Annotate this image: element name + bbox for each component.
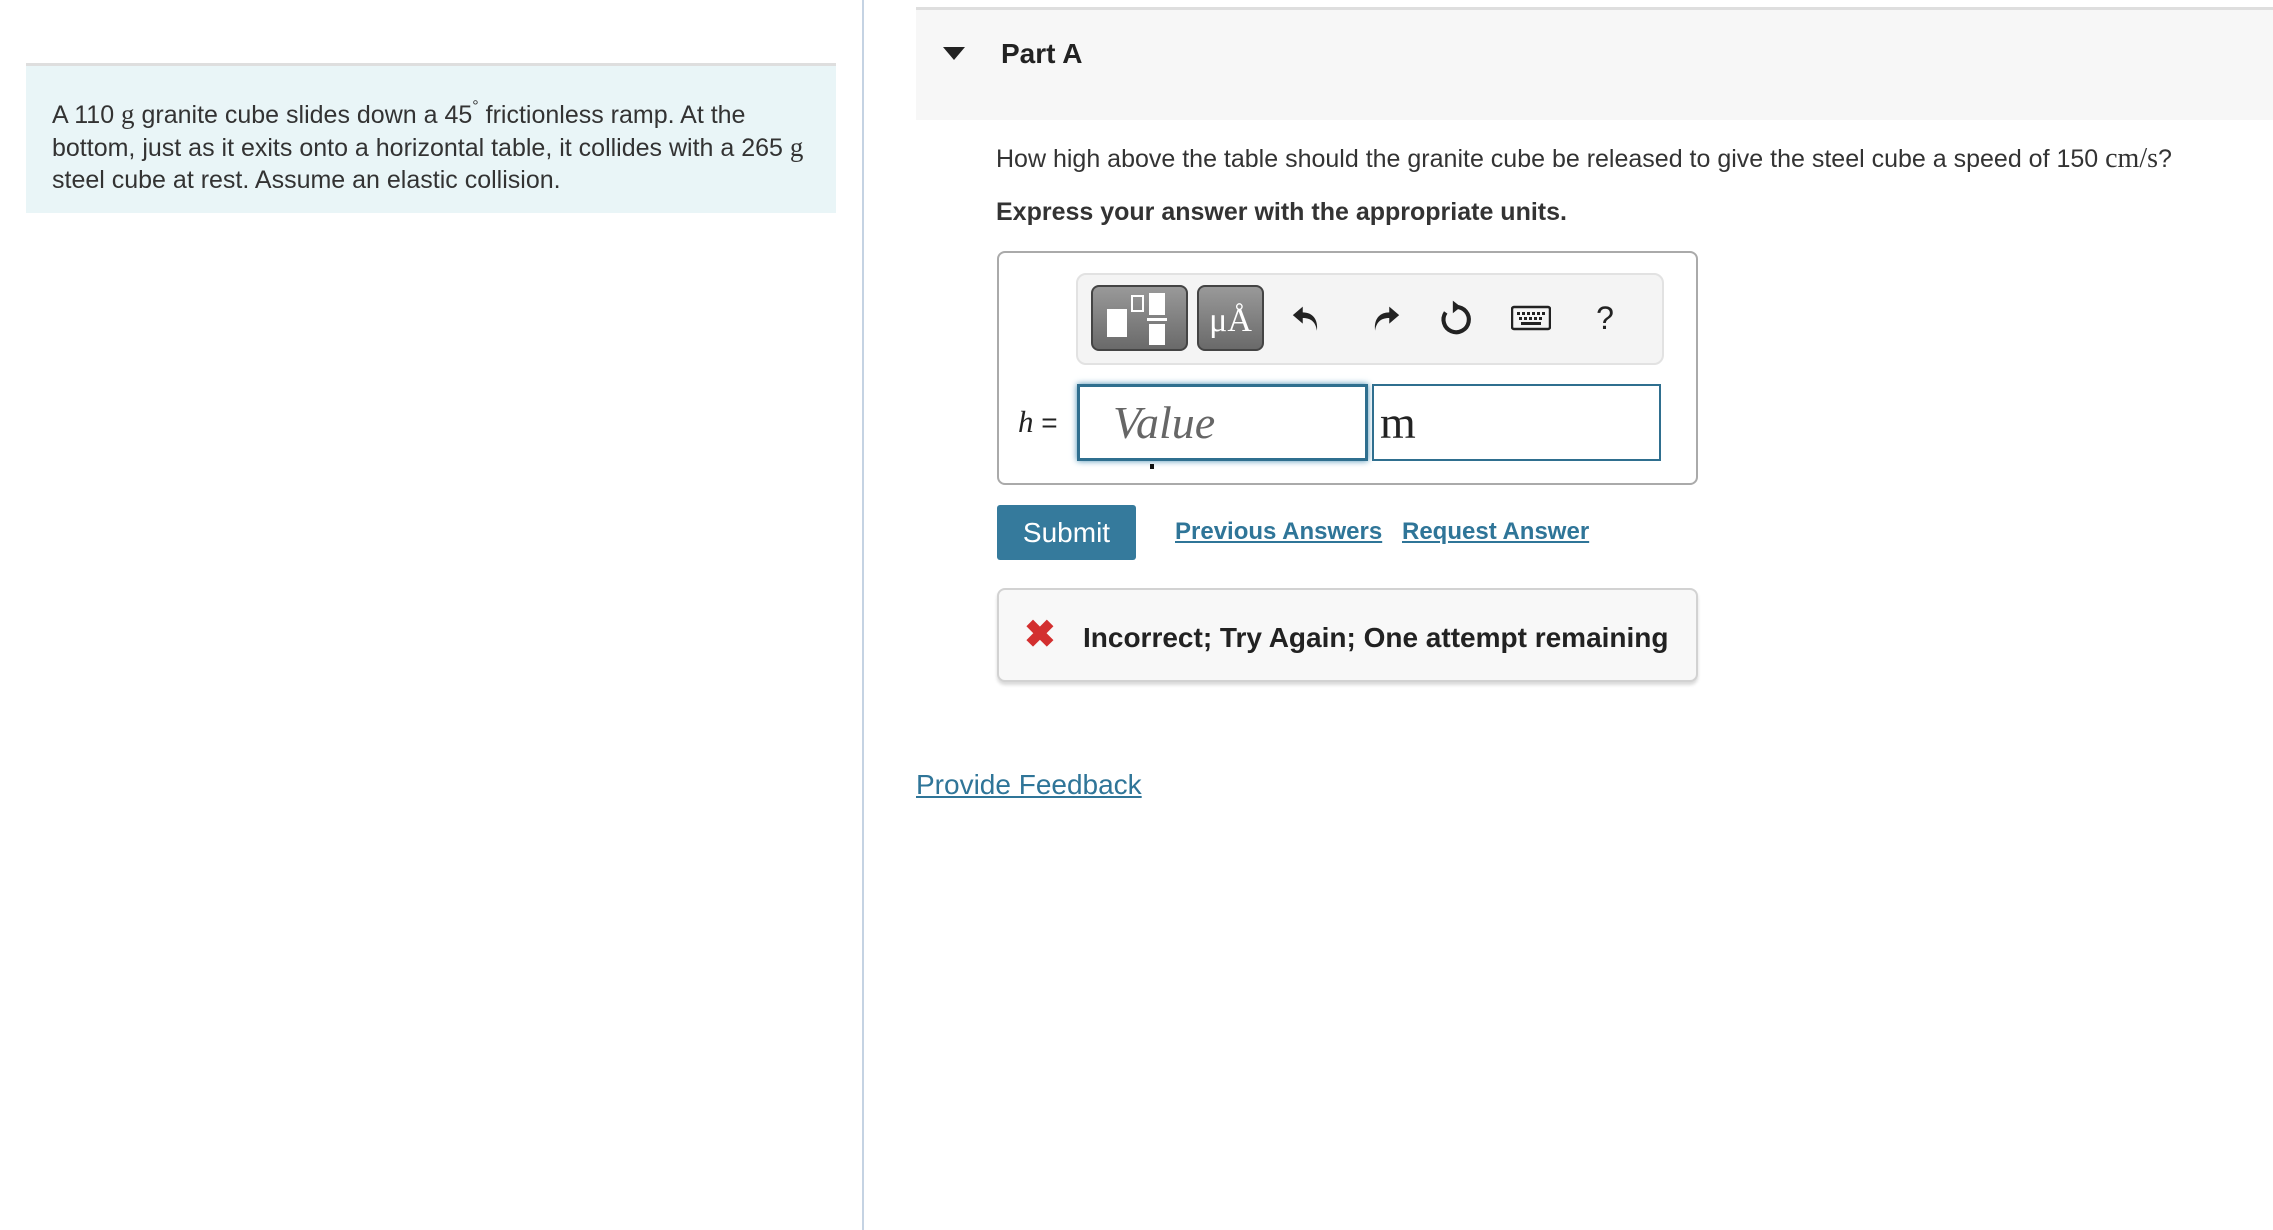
- intro-text: granite cube slides down a 45: [134, 101, 473, 129]
- redo-icon: [1374, 306, 1400, 331]
- variable-h: h: [1018, 404, 1034, 439]
- column-divider: [862, 0, 864, 1230]
- answer-instruction: Express your answer with the appropriate…: [996, 198, 1567, 226]
- fraction-template-icon: [1107, 293, 1167, 345]
- answer-variable-label: h =: [1018, 404, 1058, 440]
- equals-sign: =: [1041, 407, 1058, 438]
- collapse-caret-icon[interactable]: [943, 47, 965, 60]
- submit-button[interactable]: Submit: [997, 505, 1136, 560]
- keyboard-button[interactable]: [1508, 295, 1554, 341]
- redo-button[interactable]: [1362, 295, 1408, 341]
- units-icon: μÅ: [1209, 302, 1252, 339]
- incorrect-x-icon: ✖: [1024, 614, 1056, 656]
- text-cursor: [1150, 464, 1154, 469]
- part-header[interactable]: [916, 7, 2273, 120]
- units-button[interactable]: μÅ: [1197, 285, 1264, 351]
- help-button[interactable]: ?: [1582, 295, 1628, 341]
- provide-feedback-link[interactable]: Provide Feedback: [916, 769, 1142, 801]
- reset-icon: [1441, 300, 1471, 335]
- value-input[interactable]: [1077, 384, 1368, 461]
- reset-button[interactable]: [1433, 295, 1479, 341]
- request-answer-link[interactable]: Request Answer: [1402, 518, 1589, 546]
- help-icon: ?: [1596, 299, 1614, 336]
- templates-button[interactable]: [1091, 285, 1188, 351]
- question-pre: How high above the table should the gran…: [996, 145, 2106, 173]
- question-post: ?: [2158, 145, 2172, 173]
- question-text: How high above the table should the gran…: [996, 143, 2172, 175]
- problem-intro: A 110 g granite cube slides down a 45° f…: [26, 63, 836, 213]
- unit-input[interactable]: [1372, 384, 1661, 461]
- intro-text: A 110: [52, 101, 122, 129]
- part-title[interactable]: Part A: [1001, 38, 1082, 70]
- previous-answers-link[interactable]: Previous Answers: [1175, 518, 1382, 546]
- feedback-message: Incorrect; Try Again; One attempt remain…: [1083, 622, 1669, 653]
- unit-grams: g: [121, 99, 135, 129]
- keyboard-icon: [1511, 305, 1551, 331]
- undo-button[interactable]: [1284, 295, 1330, 341]
- question-unit: cm/s: [2105, 143, 2159, 174]
- unit-grams: g: [789, 132, 804, 162]
- undo-icon: [1292, 306, 1318, 331]
- intro-text: steel cube at rest. Assume an elastic co…: [52, 166, 561, 194]
